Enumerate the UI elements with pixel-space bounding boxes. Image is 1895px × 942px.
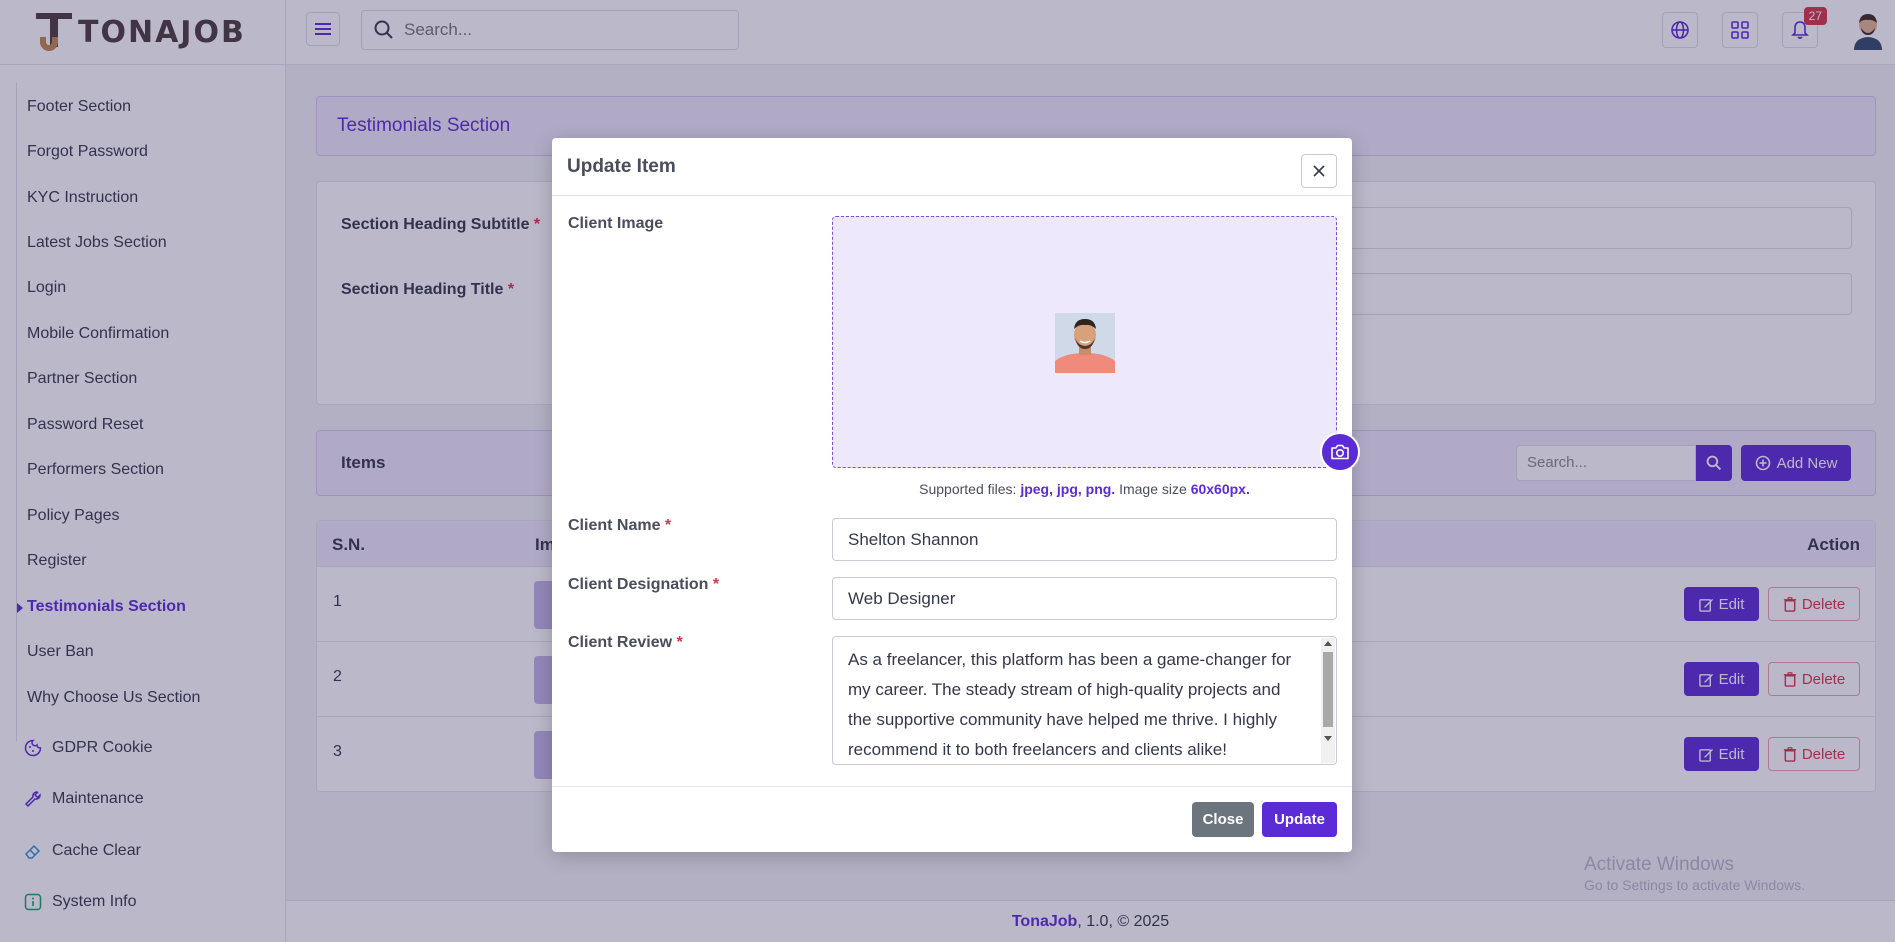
client-designation-label: Client Designation *: [568, 576, 720, 593]
scroll-up-arrow-icon[interactable]: [1324, 641, 1332, 646]
textarea-scrollbar[interactable]: [1321, 638, 1335, 763]
client-review-textarea[interactable]: As a freelancer, this platform has been …: [832, 636, 1337, 765]
client-review-text: As a freelancer, this platform has been …: [848, 650, 1292, 759]
modal-footer: Close Update: [552, 786, 1352, 852]
client-name-label: Client Name *: [568, 517, 672, 534]
supported-files-note: Supported files: jpeg, jpg, png. Image s…: [919, 481, 1250, 497]
client-image-label: Client Image: [568, 215, 664, 232]
update-button[interactable]: Update: [1262, 802, 1337, 837]
client-photo-preview: [1055, 313, 1115, 373]
close-icon: [1313, 165, 1325, 177]
close-button[interactable]: Close: [1192, 802, 1254, 837]
client-image-upload-area[interactable]: [832, 216, 1337, 468]
modal-close-button[interactable]: [1301, 154, 1337, 188]
client-designation-input[interactable]: [832, 577, 1337, 620]
camera-icon: [1331, 444, 1349, 460]
client-name-input[interactable]: [832, 518, 1337, 561]
change-image-button[interactable]: [1320, 432, 1360, 472]
scroll-down-arrow-icon[interactable]: [1324, 736, 1332, 741]
modal-title: Update Item: [567, 156, 676, 177]
update-item-modal: Update Item Client Image Supported files…: [552, 138, 1360, 852]
modal-header: Update Item: [552, 138, 1352, 196]
scrollbar-thumb[interactable]: [1323, 652, 1333, 727]
client-review-label: Client Review *: [568, 634, 683, 651]
